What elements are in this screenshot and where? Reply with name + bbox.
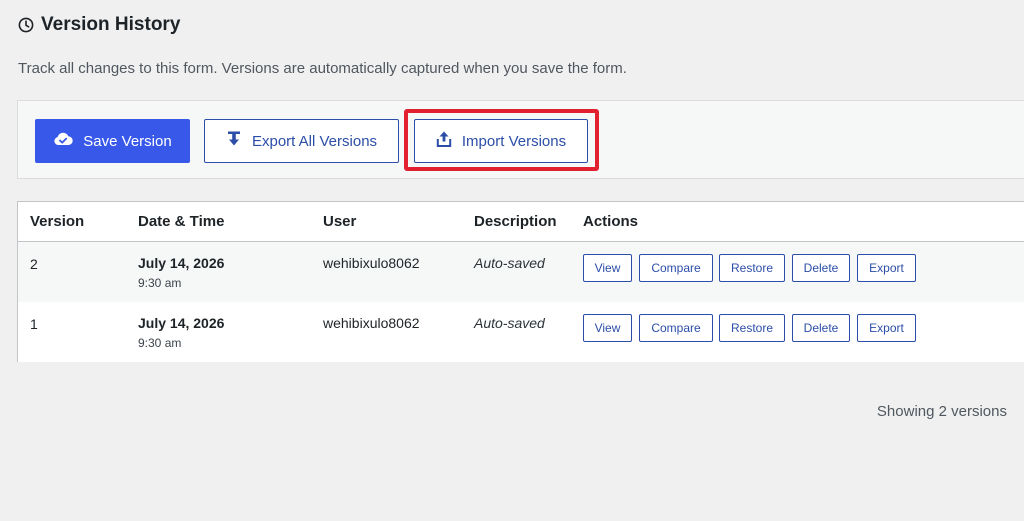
version-number: 1 [30, 316, 38, 332]
table-row: 1 July 14, 2026 9:30 am wehibixulo8062 A… [18, 302, 1024, 362]
view-button[interactable]: View [583, 314, 632, 342]
column-header-date: Date & Time [138, 213, 225, 230]
delete-button[interactable]: Delete [792, 254, 850, 282]
export-button[interactable]: Export [857, 254, 916, 282]
version-date: July 14, 2026 [138, 255, 225, 271]
page-description: Track all changes to this form. Versions… [18, 60, 627, 77]
cloud-check-icon [53, 131, 73, 151]
version-user: wehibixulo8062 [323, 255, 420, 271]
version-date: July 14, 2026 [138, 315, 225, 331]
table-row: 2 July 14, 2026 9:30 am wehibixulo8062 A… [18, 242, 1024, 302]
table-header: Version Date & Time User Description Act… [18, 202, 1024, 242]
version-time: 9:30 am [138, 276, 182, 290]
download-icon [226, 130, 242, 152]
restore-button[interactable]: Restore [719, 254, 785, 282]
page-title: Version History [41, 14, 181, 35]
versions-table: Version Date & Time User Description Act… [17, 201, 1024, 362]
export-button[interactable]: Export [857, 314, 916, 342]
export-all-versions-label: Export All Versions [251, 132, 378, 150]
version-description: Auto-saved [474, 255, 545, 271]
delete-button[interactable]: Delete [792, 314, 850, 342]
compare-button[interactable]: Compare [639, 254, 713, 282]
version-user: wehibixulo8062 [323, 315, 420, 331]
restore-button[interactable]: Restore [719, 314, 785, 342]
save-version-label: Save Version [83, 132, 172, 150]
version-description: Auto-saved [474, 315, 545, 331]
save-version-button[interactable]: Save Version [35, 119, 190, 163]
export-all-versions-button[interactable]: Export All Versions [204, 119, 399, 163]
version-number: 2 [30, 256, 38, 272]
column-header-user: User [323, 213, 357, 230]
clock-icon [18, 17, 34, 33]
column-header-version: Version [30, 213, 85, 230]
version-time: 9:30 am [138, 336, 182, 350]
view-button[interactable]: View [583, 254, 632, 282]
import-highlight-box [404, 109, 599, 171]
column-header-actions: Actions [583, 213, 639, 230]
versions-count: Showing 2 versions [876, 403, 1007, 420]
compare-button[interactable]: Compare [639, 314, 713, 342]
column-header-description: Description [474, 213, 557, 230]
page-header: Version History [18, 14, 180, 36]
